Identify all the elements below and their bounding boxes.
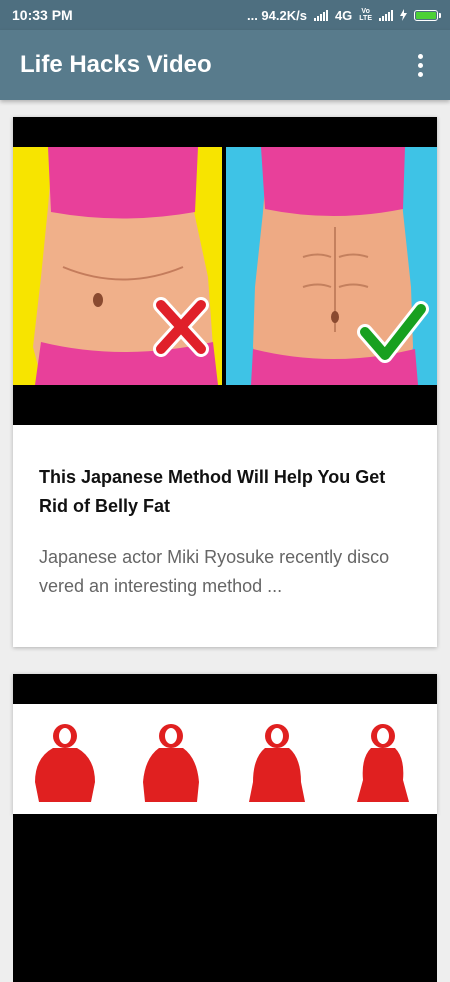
network-speed: ... 94.2K/s [246, 7, 307, 23]
battery-icon [414, 9, 441, 21]
more-vert-icon[interactable] [410, 51, 430, 79]
video-card[interactable]: This Japanese Method Will Help You Get R… [13, 117, 437, 647]
belly-fat-comparison-thumbnail [13, 117, 437, 425]
status-time: 10:33 PM [12, 7, 73, 23]
status-icons: ... 94.2K/s 4G Vo LTE [246, 7, 441, 23]
card-body: This Japanese Method Will Help You Get R… [13, 425, 437, 601]
video-thumbnail[interactable] [13, 674, 437, 982]
app-title: Life Hacks Video [20, 51, 212, 78]
video-title[interactable]: This Japanese Method Will Help You Get R… [39, 463, 411, 521]
status-bar: 10:33 PM ... 94.2K/s 4G Vo LTE [0, 0, 450, 30]
video-description: Japanese actor Miki Ryosuke recently dis… [39, 547, 390, 596]
body-shapes-thumbnail [13, 674, 437, 814]
charging-icon [400, 9, 407, 21]
video-card[interactable] [13, 674, 437, 982]
app-toolbar: Life Hacks Video [0, 30, 450, 100]
signal-icon [313, 9, 328, 21]
signal-icon-2 [379, 9, 393, 21]
network-type: 4G [334, 7, 353, 23]
video-thumbnail[interactable] [13, 117, 437, 425]
volte-icon: Vo LTE [359, 8, 372, 22]
